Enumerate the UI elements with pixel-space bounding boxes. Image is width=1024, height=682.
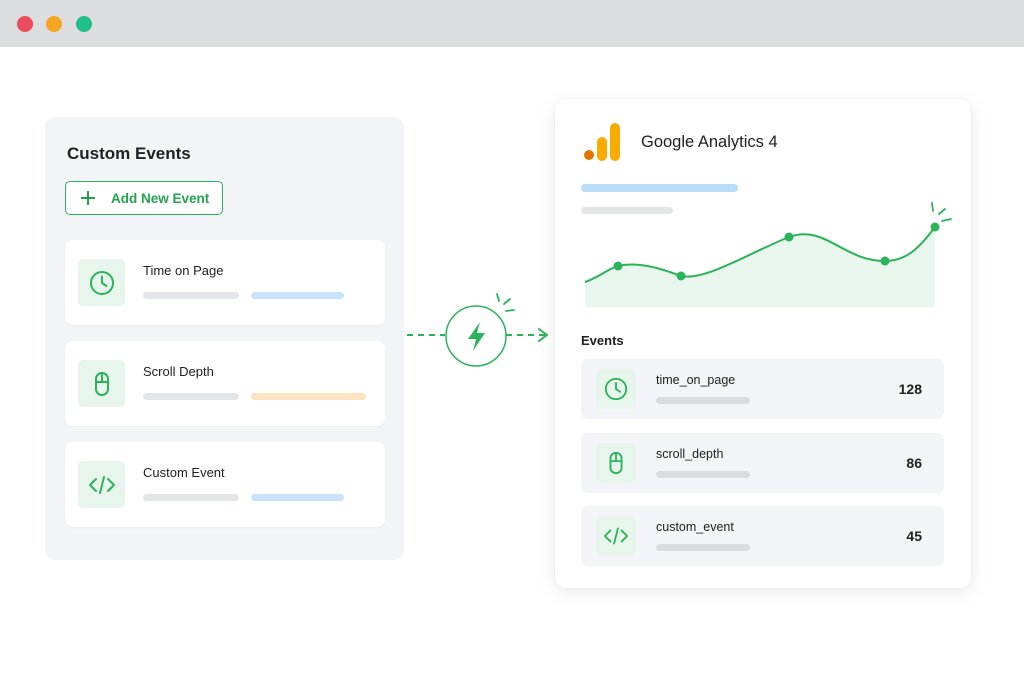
- event-icon-box: [596, 369, 636, 409]
- chart-point: [613, 261, 623, 271]
- code-icon: [603, 527, 629, 545]
- panel-title: Custom Events: [67, 144, 191, 163]
- event-count: 45: [906, 528, 922, 544]
- clock-icon: [604, 377, 628, 401]
- chart-point: [676, 271, 686, 281]
- event-row-custom-event[interactable]: custom_event 45: [581, 506, 944, 566]
- accent-bar: [251, 292, 344, 299]
- google-analytics-panel: Google Analytics 4 Events time_on_page 1…: [555, 99, 971, 588]
- sync-connector: [407, 293, 548, 367]
- add-new-event-label: Add New Event: [111, 190, 210, 206]
- mouse-icon: [609, 451, 623, 475]
- event-count: 128: [898, 381, 922, 397]
- clock-icon: [89, 270, 114, 295]
- chart-point: [880, 256, 890, 266]
- placeholder-bar: [581, 184, 738, 192]
- window-minimize-button[interactable]: [46, 16, 62, 32]
- event-count: 86: [906, 455, 922, 471]
- placeholder-bar: [656, 397, 750, 404]
- event-name: Custom Event: [143, 465, 225, 480]
- plus-icon: [81, 191, 95, 205]
- google-analytics-logo-icon: [584, 123, 620, 161]
- accent-bar: [251, 494, 344, 501]
- chart-point: [930, 222, 940, 232]
- event-card-custom-event[interactable]: Custom Event: [65, 442, 385, 527]
- event-name: Scroll Depth: [143, 364, 214, 379]
- events-heading: Events: [581, 333, 624, 348]
- placeholder-bar: [143, 292, 239, 299]
- event-icon-box: [78, 461, 125, 508]
- spark-line: [503, 298, 511, 305]
- accent-bar: [251, 393, 366, 400]
- mouse-icon: [94, 371, 109, 396]
- window-maximize-button[interactable]: [76, 16, 92, 32]
- event-icon-box: [596, 443, 636, 483]
- spark-line: [938, 208, 946, 215]
- placeholder-bar: [143, 494, 239, 501]
- custom-events-panel: Custom Events Add New Event Time on Page…: [45, 117, 404, 560]
- analytics-title: Google Analytics 4: [641, 133, 778, 151]
- add-new-event-button[interactable]: Add New Event: [65, 181, 223, 215]
- code-icon: [88, 475, 115, 494]
- placeholder-bar: [656, 471, 750, 478]
- chart-area: [585, 227, 935, 307]
- spark-line: [931, 202, 934, 212]
- window-close-button[interactable]: [17, 16, 33, 32]
- spark-line: [505, 309, 515, 312]
- event-icon-box: [78, 360, 125, 407]
- spark-line: [941, 218, 952, 222]
- event-row-scroll-depth[interactable]: scroll_depth 86: [581, 433, 944, 493]
- placeholder-bar: [656, 544, 750, 551]
- event-icon-box: [596, 516, 636, 556]
- event-name: scroll_depth: [656, 447, 724, 461]
- event-card-time-on-page[interactable]: Time on Page: [65, 240, 385, 325]
- spark-line: [496, 293, 500, 302]
- event-icon-box: [78, 259, 125, 306]
- chart-point: [784, 232, 794, 242]
- event-card-scroll-depth[interactable]: Scroll Depth: [65, 341, 385, 426]
- trend-chart: [584, 202, 952, 307]
- event-name: custom_event: [656, 520, 734, 534]
- event-row-time-on-page[interactable]: time_on_page 128: [581, 359, 944, 419]
- window-titlebar: [0, 0, 1024, 47]
- event-name: time_on_page: [656, 373, 736, 387]
- placeholder-bar: [143, 393, 239, 400]
- event-name: Time on Page: [143, 263, 224, 278]
